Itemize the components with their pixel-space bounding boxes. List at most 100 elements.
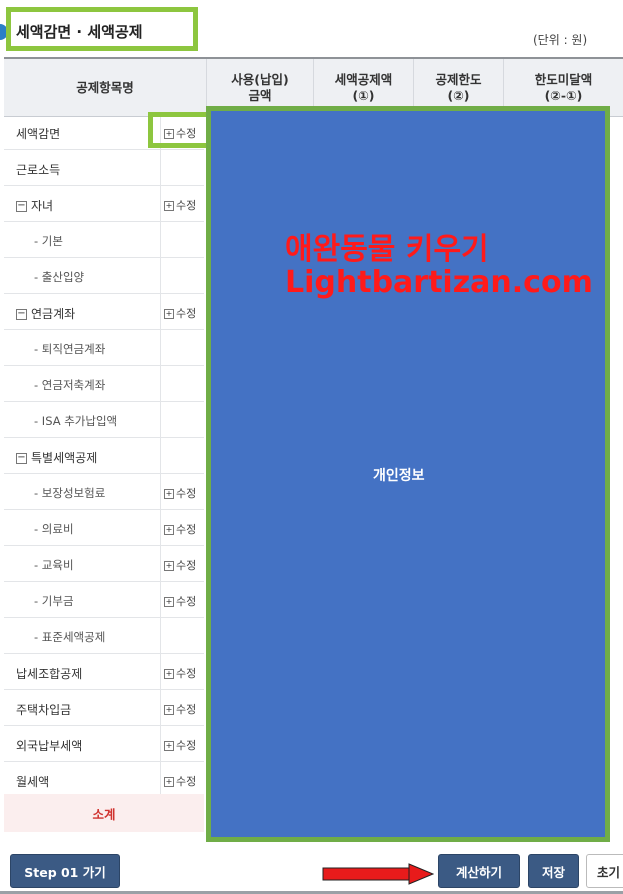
table-row: 월세액 + 수정 <box>4 762 204 798</box>
reset-button[interactable]: 초기 <box>586 854 623 888</box>
row-label-text: - ISA 추가납입액 <box>34 414 118 428</box>
table-row: - 의료비 + 수정 <box>4 510 204 546</box>
edit-button[interactable]: + 수정 <box>164 485 196 501</box>
row-label: - ISA 추가납입액 <box>34 413 117 429</box>
table-row: - 표준세액공제 <box>4 618 204 654</box>
row-label-text: - 보장성보험료 <box>34 486 106 500</box>
row-label: 월세액 <box>16 773 49 790</box>
edit-highlight <box>148 112 214 148</box>
column-divider <box>160 618 161 653</box>
column-divider <box>160 366 161 401</box>
column-divider <box>160 258 161 293</box>
edit-button-label: 수정 <box>176 199 197 212</box>
row-label-text: - 기부금 <box>34 594 74 608</box>
edit-button[interactable]: + 수정 <box>164 737 196 753</box>
page-title: 세액감면 · 세액공제 <box>16 23 143 41</box>
red-arrow-icon <box>322 863 434 885</box>
collapse-icon[interactable]: − <box>16 201 27 212</box>
subtotal-label: 소계 <box>92 806 116 822</box>
plus-box-icon: + <box>164 561 174 571</box>
row-label-text: 연금계좌 <box>31 307 76 321</box>
column-divider <box>160 690 161 725</box>
collapse-icon[interactable]: − <box>16 309 27 320</box>
column-divider <box>160 186 161 221</box>
table-row: - 출산입양 <box>4 258 204 294</box>
row-label: 외국납부세액 <box>16 737 82 754</box>
edit-button[interactable]: + 수정 <box>164 557 196 573</box>
row-label-text: 납세조합공제 <box>16 667 83 681</box>
column-divider <box>160 150 161 185</box>
table-row: 외국납부세액 + 수정 <box>4 726 204 762</box>
edit-button[interactable]: + 수정 <box>164 521 196 537</box>
column-divider <box>160 222 161 257</box>
table-row: - 기본 <box>4 222 204 258</box>
table-row: - 퇴직연금계좌 <box>4 330 204 366</box>
row-label-text: 주택차입금 <box>16 703 72 717</box>
column-divider <box>160 438 161 473</box>
row-label: 세액감면 <box>16 125 60 142</box>
row-label: − 자녀 <box>16 197 53 214</box>
row-label: - 표준세액공제 <box>34 629 105 645</box>
row-label-text: 세액감면 <box>16 127 61 141</box>
edit-button[interactable]: + 수정 <box>164 305 196 321</box>
edit-button-label: 수정 <box>176 307 197 320</box>
row-label: 근로소득 <box>16 161 60 178</box>
table-row: 근로소득 <box>4 150 204 186</box>
save-button[interactable]: 저장 <box>528 854 579 888</box>
row-label: - 출산입양 <box>34 269 84 285</box>
edit-button[interactable]: + 수정 <box>164 593 196 609</box>
edit-button-label: 수정 <box>176 775 197 788</box>
column-divider <box>160 546 161 581</box>
row-label: - 퇴직연금계좌 <box>34 341 105 357</box>
plus-box-icon: + <box>164 489 174 499</box>
edit-button[interactable]: + 수정 <box>164 701 196 717</box>
column-divider <box>160 654 161 689</box>
column-divider <box>160 330 161 365</box>
edit-button-label: 수정 <box>176 559 197 572</box>
table-row: 주택차입금 + 수정 <box>4 690 204 726</box>
row-label-text: - 기본 <box>34 234 63 248</box>
watermark-url: Lightbartizan.com <box>285 265 593 300</box>
edit-button[interactable]: + 수정 <box>164 665 196 681</box>
row-label-text: - 연금저축계좌 <box>34 378 106 392</box>
plus-box-icon: + <box>164 309 174 319</box>
edit-button[interactable]: + 수정 <box>164 197 196 213</box>
plus-box-icon: + <box>164 201 174 211</box>
row-label: − 연금계좌 <box>16 305 75 322</box>
row-label: - 연금저축계좌 <box>34 377 105 393</box>
collapse-icon[interactable]: − <box>16 453 27 464</box>
row-label-text: - 퇴직연금계좌 <box>34 342 106 356</box>
row-label-text: - 출산입양 <box>34 270 85 284</box>
edit-button-label: 수정 <box>176 487 197 500</box>
plus-box-icon: + <box>164 525 174 535</box>
table-row: - 기부금 + 수정 <box>4 582 204 618</box>
column-divider <box>160 510 161 545</box>
plus-box-icon: + <box>164 669 174 679</box>
header-item: 공제항목명 <box>76 79 134 95</box>
row-label-text: - 표준세액공제 <box>34 630 106 644</box>
row-label: 납세조합공제 <box>16 665 82 682</box>
row-label: − 특별세액공제 <box>16 449 97 466</box>
table-row: - 교육비 + 수정 <box>4 546 204 582</box>
edit-button-label: 수정 <box>176 739 197 752</box>
row-label: - 기부금 <box>34 593 74 609</box>
private-info-label: 개인정보 <box>373 468 425 484</box>
edit-button-label: 수정 <box>176 703 197 716</box>
row-label: - 기본 <box>34 233 63 249</box>
table-row: − 연금계좌 + 수정 <box>4 294 204 330</box>
row-label: - 의료비 <box>34 521 74 537</box>
watermark-title: 애완동물 키우기 <box>285 232 489 267</box>
row-label-text: - 교육비 <box>34 558 74 572</box>
plus-box-icon: + <box>164 741 174 751</box>
edit-button[interactable]: + 수정 <box>164 773 196 789</box>
calculate-button[interactable]: 계산하기 <box>438 854 520 888</box>
row-label-text: 월세액 <box>16 775 50 789</box>
plus-box-icon: + <box>164 597 174 607</box>
step01-button[interactable]: Step 01 가기 <box>10 854 120 888</box>
row-label-text: 특별세액공제 <box>31 451 98 465</box>
row-label-text: - 의료비 <box>34 522 74 536</box>
table-row: 납세조합공제 + 수정 <box>4 654 204 690</box>
column-divider <box>160 762 161 797</box>
column-divider <box>160 294 161 329</box>
row-label: - 보장성보험료 <box>34 485 105 501</box>
